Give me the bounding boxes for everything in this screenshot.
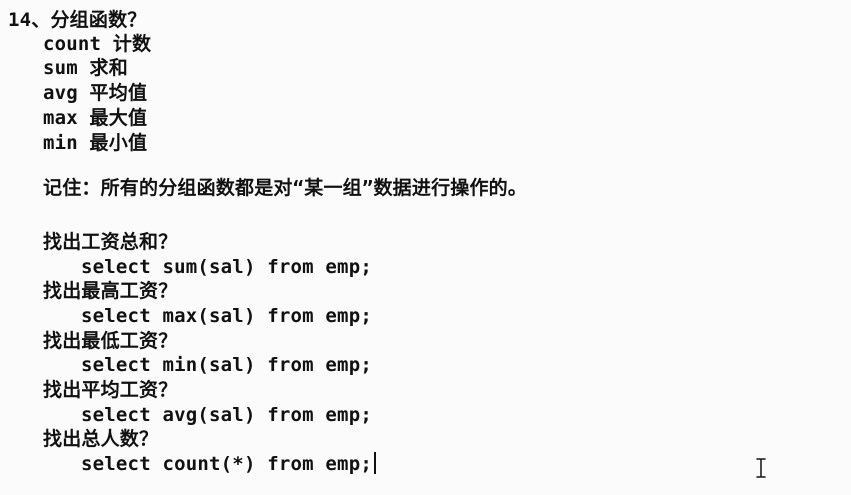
i-beam-cursor-icon: [756, 458, 766, 478]
function-item-sum: sum 求和: [43, 57, 128, 79]
function-item-min: min 最小值: [43, 132, 148, 154]
function-item-count: count 计数: [43, 33, 152, 55]
question-salary-sum: 找出工资总和？: [43, 231, 178, 253]
sql-total-count-text: select count(*) from emp;: [81, 453, 372, 475]
sql-min-salary: select min(sal) from emp;: [81, 354, 372, 376]
section-heading: 14、分组函数？: [8, 9, 147, 31]
function-item-max: max 最大值: [43, 107, 148, 129]
text-insertion-caret: [373, 452, 376, 474]
sql-total-count[interactable]: select count(*) from emp;: [81, 452, 376, 476]
question-total-count: 找出总人数？: [43, 428, 159, 450]
note-text: 记住：所有的分组函数都是对“某一组”数据进行操作的。: [43, 177, 528, 199]
question-max-salary: 找出最高工资？: [43, 280, 178, 302]
sql-max-salary: select max(sal) from emp;: [81, 305, 372, 327]
document-text-area[interactable]: 14、分组函数？ count 计数 sum 求和 avg 平均值 max 最大值…: [0, 0, 851, 495]
sql-salary-sum: select sum(sal) from emp;: [81, 256, 372, 278]
question-avg-salary: 找出平均工资？: [43, 379, 178, 401]
sql-avg-salary: select avg(sal) from emp;: [81, 404, 372, 426]
question-min-salary: 找出最低工资？: [43, 330, 178, 352]
function-item-avg: avg 平均值: [43, 82, 148, 104]
